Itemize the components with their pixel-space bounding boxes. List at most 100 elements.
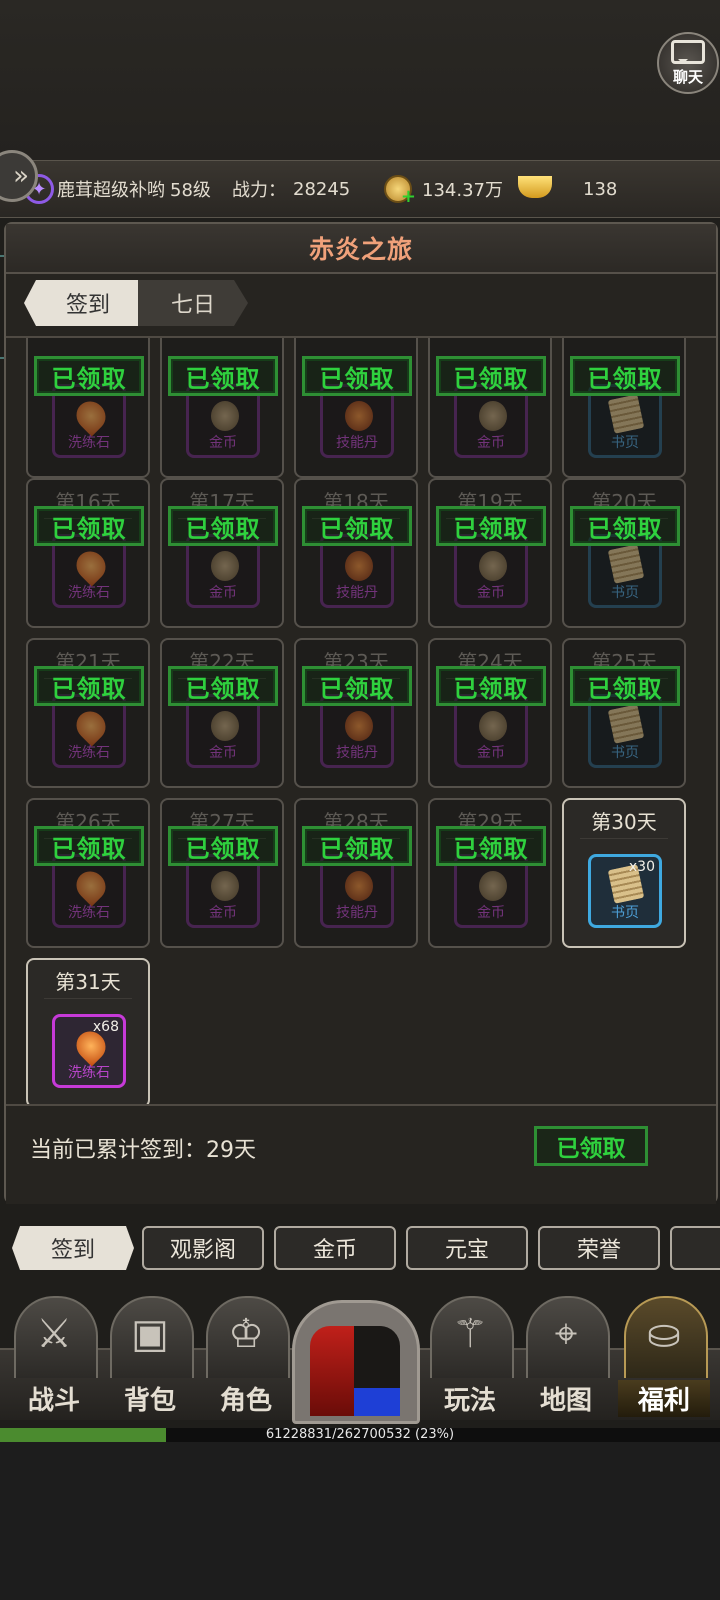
reward-item[interactable]: x30 书页	[588, 854, 662, 928]
map-icon: ⌖	[554, 1311, 578, 1357]
claimed-stamp: 已领取	[436, 356, 546, 396]
chat-button[interactable]: 聊天	[657, 32, 719, 94]
tab-seven-days[interactable]: 七日	[138, 280, 248, 326]
gate-red-door	[310, 1326, 354, 1416]
day-reward-card[interactable]: 第31天 x68 洗练石	[26, 958, 150, 1104]
category-tabs: 签到 观影阁 金币 元宝 荣誉 月	[0, 1222, 720, 1274]
day-reward-card[interactable]: 金币 已领取	[428, 338, 552, 478]
claimed-stamp: 已领取	[302, 356, 412, 396]
claimed-stamp: 已领取	[570, 506, 680, 546]
day-reward-card[interactable]: 第26天 洗练石 已领取	[26, 798, 150, 948]
nav-label: 背包	[123, 1386, 176, 1416]
day-reward-card[interactable]: 第22天 金币 已领取	[160, 638, 284, 788]
tab-gold[interactable]: 金币	[274, 1226, 396, 1270]
claimed-stamp: 已领取	[34, 506, 144, 546]
day-reward-grid: 洗练石 已领取 金币 已领取 技能丹 已领取 金币 已领取 书页 已领取 第16天 洗练石 已领取 第17…	[6, 338, 716, 1104]
reward-item[interactable]: x68 洗练石	[52, 1014, 126, 1088]
player-info-bar: ✦ 鹿茸超级补哟 58级 战力： 28245 134.37万 138	[0, 160, 720, 218]
day-label: 第30天	[591, 810, 657, 834]
nav-battle[interactable]: ⚔ 战斗	[8, 1290, 100, 1418]
nav-map[interactable]: ⌖ 地图	[520, 1290, 612, 1418]
book-icon	[607, 394, 645, 434]
nav-character[interactable]: ♔ 角色	[200, 1290, 292, 1418]
tab-theater[interactable]: 观影阁	[142, 1226, 264, 1270]
item-name: 洗练石	[68, 435, 110, 451]
claimed-stamp: 已领取	[436, 666, 546, 706]
yuanbao-ingot-icon	[518, 176, 552, 198]
item-name: 洗练石	[68, 585, 110, 601]
coin-icon	[211, 551, 239, 581]
item-name: 金币	[209, 905, 237, 921]
nav-gameplay[interactable]: ⚚ 玩法	[424, 1290, 516, 1418]
day-reward-card[interactable]: 洗练石 已领取	[26, 338, 150, 478]
item-name: 技能丹	[336, 585, 378, 601]
coin-icon	[479, 871, 507, 901]
nav-welfare[interactable]: ⛀ 福利	[618, 1290, 710, 1418]
day-reward-card[interactable]: 第30天 x30 书页	[562, 798, 686, 948]
day-reward-card[interactable]: 第21天 洗练石 已领取	[26, 638, 150, 788]
day-reward-card[interactable]: 第19天 金币 已领取	[428, 478, 552, 628]
stone-icon	[70, 545, 112, 587]
tab-month[interactable]: 月	[670, 1226, 720, 1270]
day-reward-card[interactable]: 第25天 书页 已领取	[562, 638, 686, 788]
nav-backpack[interactable]: ▣ 背包	[104, 1290, 196, 1418]
day-divider	[44, 998, 132, 999]
cumulative-sign-in-text: 当前已累计签到：29天	[30, 1138, 256, 1163]
cumulative-claimed-button[interactable]: 已领取	[534, 1126, 648, 1166]
claimed-stamp: 已领取	[168, 506, 278, 546]
pill-icon	[345, 401, 373, 431]
day-reward-card[interactable]: 书页 已领取	[562, 338, 686, 478]
power-value: 28245	[293, 178, 351, 200]
tab-yuanbao[interactable]: 元宝	[406, 1226, 528, 1270]
item-count: x30	[628, 859, 655, 875]
coin-icon	[479, 711, 507, 741]
day-reward-card[interactable]: 第27天 金币 已领取	[160, 798, 284, 948]
coin-icon	[211, 401, 239, 431]
item-name: 金币	[209, 745, 237, 761]
item-name: 金币	[477, 745, 505, 761]
claimed-stamp: 已领取	[570, 356, 680, 396]
item-name: 洗练石	[68, 745, 110, 761]
claimed-stamp: 已领取	[168, 826, 278, 866]
day-reward-card[interactable]: 第17天 金币 已领取	[160, 478, 284, 628]
day-reward-card[interactable]: 第18天 技能丹 已领取	[294, 478, 418, 628]
item-name: 书页	[611, 745, 639, 761]
item-name: 金币	[477, 585, 505, 601]
day-reward-card[interactable]: 第16天 洗练石 已领取	[26, 478, 150, 628]
tab-sign-in-category[interactable]: 签到	[12, 1226, 134, 1270]
gold-amount: 134.37万	[422, 180, 503, 201]
yuanbao-amount: 138	[583, 178, 618, 200]
item-count: x68	[92, 1019, 119, 1035]
chat-icon	[671, 39, 705, 64]
item-name: 技能丹	[336, 745, 378, 761]
claimed-stamp: 已领取	[436, 506, 546, 546]
day-reward-card[interactable]: 第23天 技能丹 已领取	[294, 638, 418, 788]
sword-swirl-icon: ⚚	[452, 1311, 488, 1357]
coin-icon	[211, 871, 239, 901]
item-name: 金币	[209, 435, 237, 451]
day-reward-card[interactable]: 第24天 金币 已领取	[428, 638, 552, 788]
helmet-icon: ♔	[228, 1311, 264, 1357]
claimed-stamp: 已领取	[570, 666, 680, 706]
stone-icon	[70, 395, 112, 437]
book-icon	[607, 544, 645, 584]
claimed-stamp: 已领取	[168, 666, 278, 706]
chat-label: 聊天	[672, 67, 703, 86]
treasure-chest-icon: ⛀	[647, 1311, 681, 1357]
claimed-stamp: 已领取	[302, 506, 412, 546]
tab-sign-in[interactable]: 签到	[24, 280, 152, 326]
portal-gate-button[interactable]	[292, 1290, 420, 1428]
item-name: 洗练石	[68, 905, 110, 921]
book-icon	[607, 704, 645, 744]
day-reward-card[interactable]: 第20天 书页 已领取	[562, 478, 686, 628]
stone-icon	[70, 865, 112, 907]
coin-icon	[479, 551, 507, 581]
claimed-stamp: 已领取	[168, 356, 278, 396]
day-reward-card[interactable]: 金币 已领取	[160, 338, 284, 478]
day-reward-card[interactable]: 第28天 技能丹 已领取	[294, 798, 418, 948]
item-name: 金币	[477, 905, 505, 921]
day-reward-card[interactable]: 第29天 金币 已领取	[428, 798, 552, 948]
gold-coin-icon[interactable]	[384, 175, 416, 207]
day-reward-card[interactable]: 技能丹 已领取	[294, 338, 418, 478]
tab-honor[interactable]: 荣誉	[538, 1226, 660, 1270]
